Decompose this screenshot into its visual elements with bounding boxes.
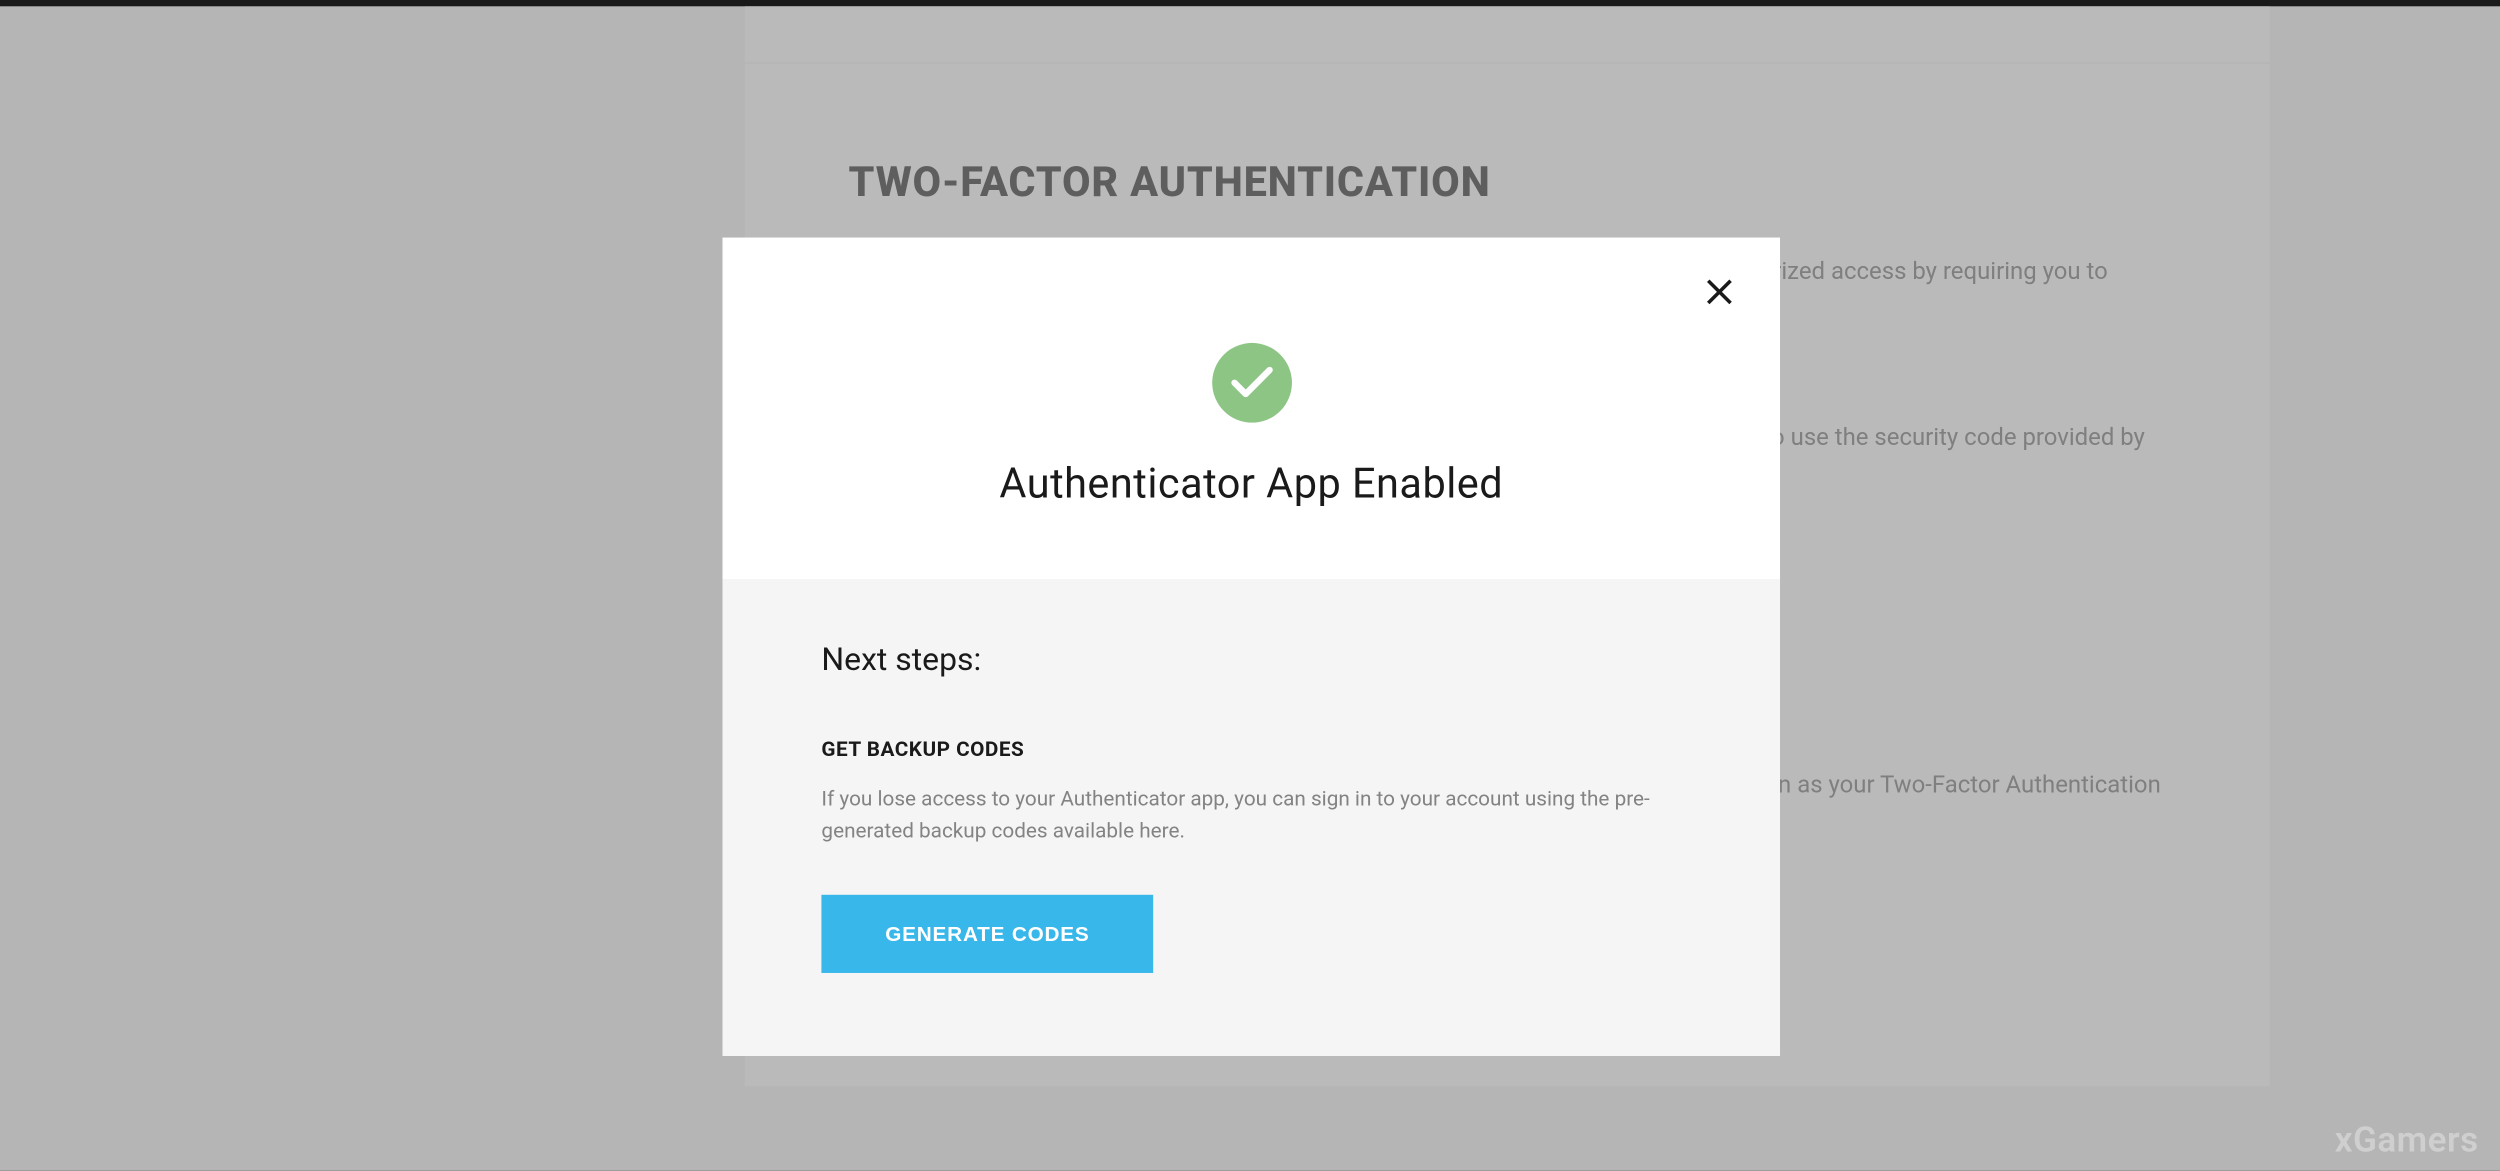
close-button[interactable] bbox=[1700, 273, 1738, 311]
watermark: xGamers bbox=[2335, 1121, 2479, 1161]
backup-codes-description: If you lose access to your Authenticator… bbox=[821, 785, 1666, 847]
close-icon bbox=[1707, 279, 1733, 305]
modal-title: Authenticator App Enabled bbox=[770, 461, 1732, 509]
modal-body: Next steps: GET BACKUP CODES If you lose… bbox=[723, 579, 1780, 1056]
success-indicator bbox=[1211, 343, 1291, 423]
backup-codes-title: GET BACKUP CODES bbox=[821, 738, 1681, 762]
next-steps-label: Next steps: bbox=[821, 640, 1681, 678]
authenticator-enabled-modal: Authenticator App Enabled Next steps: GE… bbox=[723, 238, 1780, 1056]
modal-header: Authenticator App Enabled bbox=[723, 238, 1780, 579]
checkmark-icon bbox=[1229, 365, 1274, 400]
generate-codes-button[interactable]: GENERATE CODES bbox=[821, 895, 1153, 973]
page-background: TWO-FACTOR AUTHENTICATION Two-factor aut… bbox=[0, 6, 2500, 1170]
